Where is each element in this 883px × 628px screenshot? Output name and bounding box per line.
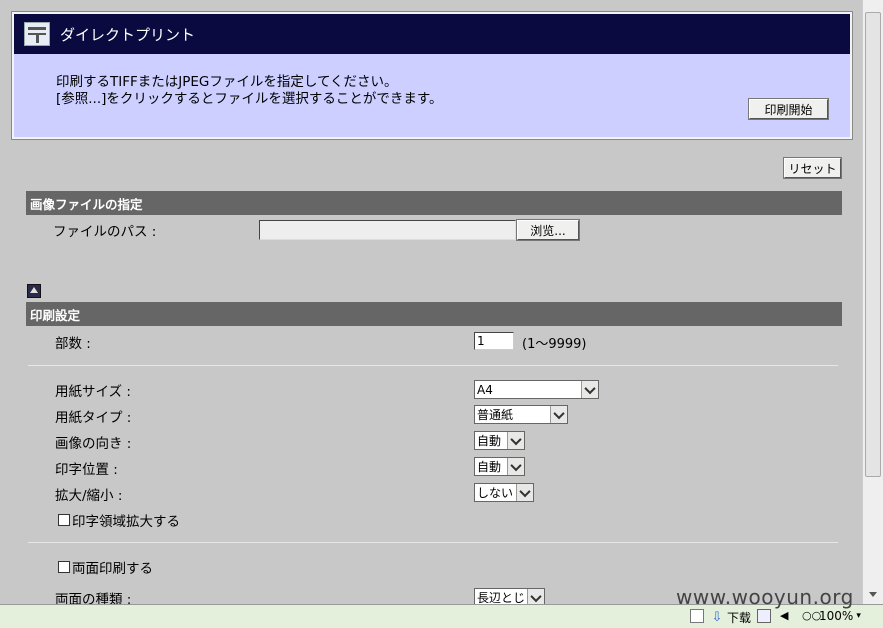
printer-icon — [24, 22, 50, 46]
paper-size-select[interactable]: A4 — [474, 380, 599, 399]
copies-input[interactable]: 1 — [474, 332, 514, 350]
scroll-top-icon[interactable] — [27, 284, 41, 298]
orientation-select[interactable]: 自動 — [474, 431, 525, 450]
chevron-down-icon — [527, 589, 544, 604]
page-title: ダイレクトプリント — [60, 25, 196, 44]
scroll-down-icon[interactable] — [865, 586, 881, 602]
download-button[interactable]: ⇩ 下载 — [710, 609, 751, 626]
file-section-header: 画像ファイルの指定 — [26, 191, 842, 215]
reset-button[interactable]: リセット — [783, 157, 842, 179]
file-path-input[interactable] — [259, 220, 516, 240]
print-position-select[interactable]: 自動 — [474, 457, 525, 476]
vertical-scrollbar[interactable] — [862, 0, 883, 604]
chevron-down-icon — [550, 406, 567, 423]
chevron-down-icon — [507, 432, 524, 449]
instruction-text: 印刷するTIFFまたはJPEGファイルを指定してください。 [参照...]をクリ… — [56, 74, 443, 107]
browse-button[interactable]: 浏览... — [516, 219, 580, 241]
start-print-button[interactable]: 印刷開始 — [748, 98, 829, 120]
page-content: ダイレクトプリント 印刷するTIFFまたはJPEGファイルを指定してください。 … — [0, 0, 862, 604]
watermark: www.wooyun.org — [676, 585, 854, 609]
copies-range-text: (1～9999) — [522, 337, 587, 352]
paper-type-select[interactable]: 普通紙 — [474, 405, 568, 424]
scrollbar-thumb[interactable] — [865, 12, 881, 477]
divider — [28, 365, 838, 366]
chevron-down-icon — [516, 484, 533, 501]
chevron-down-icon: ▾ — [856, 611, 861, 621]
chevron-down-icon — [581, 381, 598, 398]
sound-icon[interactable]: ◀ — [780, 609, 797, 623]
print-settings-header: 印刷設定 — [26, 302, 842, 326]
scale-select[interactable]: しない — [474, 483, 534, 502]
download-icon: ⇩ — [711, 609, 723, 625]
file-path-label: ファイルのパス : — [53, 224, 157, 240]
security-icon — [690, 609, 707, 623]
scale-label: 拡大/縮小 : — [55, 488, 123, 504]
print-position-label: 印字位置 : — [55, 462, 118, 478]
chevron-down-icon — [507, 458, 524, 475]
expand-area-checkbox[interactable]: 印字領域拡大する — [58, 510, 180, 530]
zoom-icon: ○○ — [802, 609, 822, 622]
screen-icon[interactable] — [757, 609, 774, 623]
zoom-control[interactable]: ○○ 100% ▾ — [802, 609, 861, 623]
orientation-label: 画像の向き : — [55, 436, 132, 452]
duplex-type-label: 両面の種類 : — [55, 592, 132, 604]
paper-type-label: 用紙タイプ : — [55, 410, 132, 426]
checkbox-box[interactable] — [58, 561, 70, 573]
paper-size-label: 用紙サイズ : — [55, 384, 131, 400]
duplex-type-select[interactable]: 長辺とじ — [474, 588, 545, 604]
header-panel: ダイレクトプリント 印刷するTIFFまたはJPEGファイルを指定してください。 … — [11, 11, 853, 140]
copies-label: 部数 : — [55, 336, 91, 352]
duplex-checkbox[interactable]: 両面印刷する — [58, 557, 153, 577]
checkbox-box[interactable] — [58, 514, 70, 526]
header-title-bar: ダイレクトプリント — [14, 14, 850, 54]
divider — [28, 542, 838, 543]
